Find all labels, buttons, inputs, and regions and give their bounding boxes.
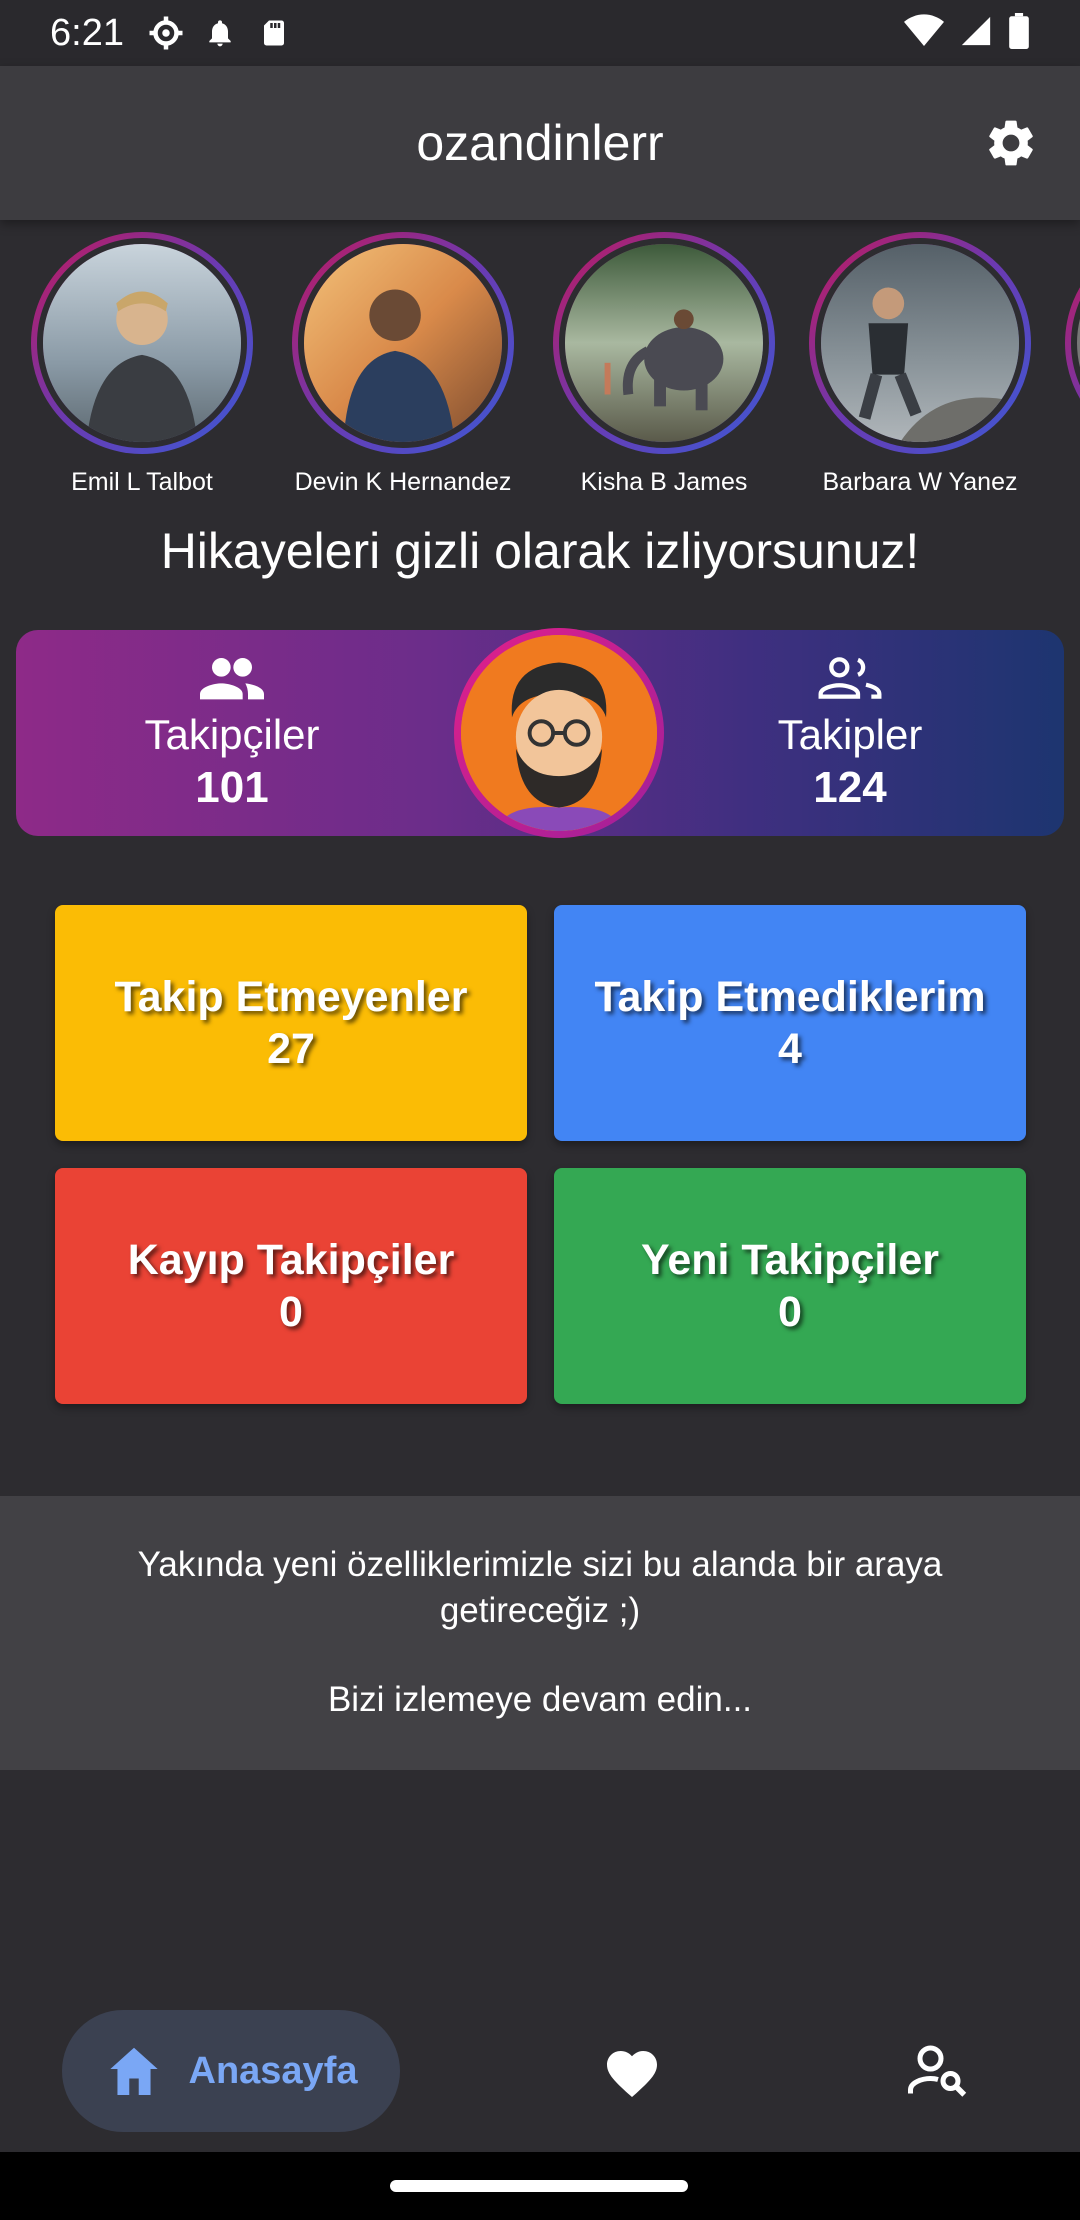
stay-tuned-text: Bizi izlemeye devam edin...	[327, 1680, 753, 1719]
settings-gear-icon	[148, 15, 184, 51]
tile-title: Kayıp Takipçiler	[127, 1236, 455, 1284]
story-item[interactable]: Barbara W Yanez	[800, 232, 1040, 497]
story-item[interactable]: Devin K Hernandez	[283, 232, 523, 497]
stories-row: Emil L Talbot Devin K Hernandez Kisha B …	[0, 232, 1080, 512]
story-item[interactable]: Kisha B James	[544, 232, 784, 497]
story-item[interactable]: Emil L Talbot	[22, 232, 262, 497]
home-icon	[105, 2043, 163, 2100]
story-name: Barbara W Yanez	[822, 468, 1018, 496]
tile-value: 4	[778, 1025, 802, 1073]
person-search-icon[interactable]	[902, 2035, 974, 2107]
profile-avatar[interactable]	[454, 628, 664, 838]
wifi-icon	[904, 13, 944, 53]
tile-value: 0	[778, 1288, 802, 1336]
heart-icon[interactable]	[596, 2035, 668, 2107]
sd-card-icon	[256, 15, 292, 51]
tile-title: Takip Etmeyenler	[114, 973, 468, 1021]
following-label: Takipler	[777, 711, 923, 758]
bottom-navigation: Anasayfa	[0, 1990, 1080, 2152]
story-item[interactable]: J	[1056, 232, 1080, 497]
profile-stats-banner: Takipçiler 101 Takipler 124	[16, 628, 1064, 838]
story-name: Emil L Talbot	[71, 468, 213, 496]
followers-stat[interactable]: Takipçiler 101	[102, 656, 362, 813]
story-avatar	[1071, 238, 1080, 448]
notification-bell-icon	[202, 15, 238, 51]
status-bar: 6:21	[0, 0, 1080, 66]
hidden-viewing-message: Hikayeleri gizli olarak izliyorsunuz!	[160, 523, 920, 579]
tile-lost-followers[interactable]: Kayıp Takipçiler 0	[55, 1168, 527, 1404]
followers-label: Takipçiler	[144, 711, 320, 758]
story-name: Kisha B James	[580, 468, 748, 496]
tile-title: Yeni Takipçiler	[641, 1236, 939, 1284]
followers-count: 101	[195, 763, 269, 812]
tile-i-dont-follow[interactable]: Takip Etmediklerim 4	[554, 905, 1026, 1141]
battery-icon	[1008, 12, 1030, 54]
story-avatar	[559, 238, 769, 448]
coming-soon-text: Yakında yeni özelliklerimizle sizi bu al…	[137, 1545, 943, 1630]
following-count: 124	[813, 763, 887, 812]
tile-value: 0	[279, 1288, 303, 1336]
following-stat[interactable]: Takipler 124	[720, 656, 980, 813]
people-outline-icon	[818, 656, 882, 705]
nav-home-label: Anasayfa	[188, 2049, 358, 2092]
status-time: 6:21	[50, 11, 124, 54]
app-title: ozandinlerr	[416, 115, 664, 171]
app-bar: ozandinlerr	[0, 66, 1080, 220]
system-gesture-area	[0, 2152, 1080, 2220]
people-icon	[200, 656, 264, 705]
nav-home-tab[interactable]: Anasayfa	[62, 2010, 400, 2132]
tile-value: 27	[267, 1025, 315, 1073]
story-name: Devin K Hernandez	[294, 468, 512, 496]
story-avatar	[298, 238, 508, 448]
gear-icon[interactable]	[978, 110, 1044, 176]
tile-new-followers[interactable]: Yeni Takipçiler 0	[554, 1168, 1026, 1404]
story-avatar	[815, 238, 1025, 448]
signal-icon	[958, 14, 994, 53]
tile-not-following-back[interactable]: Takip Etmeyenler 27	[55, 905, 527, 1141]
tile-title: Takip Etmediklerim	[594, 973, 986, 1021]
story-avatar	[37, 238, 247, 448]
home-gesture-bar[interactable]	[390, 2180, 688, 2192]
coming-soon-panel: Yakında yeni özelliklerimizle sizi bu al…	[0, 1496, 1080, 1770]
